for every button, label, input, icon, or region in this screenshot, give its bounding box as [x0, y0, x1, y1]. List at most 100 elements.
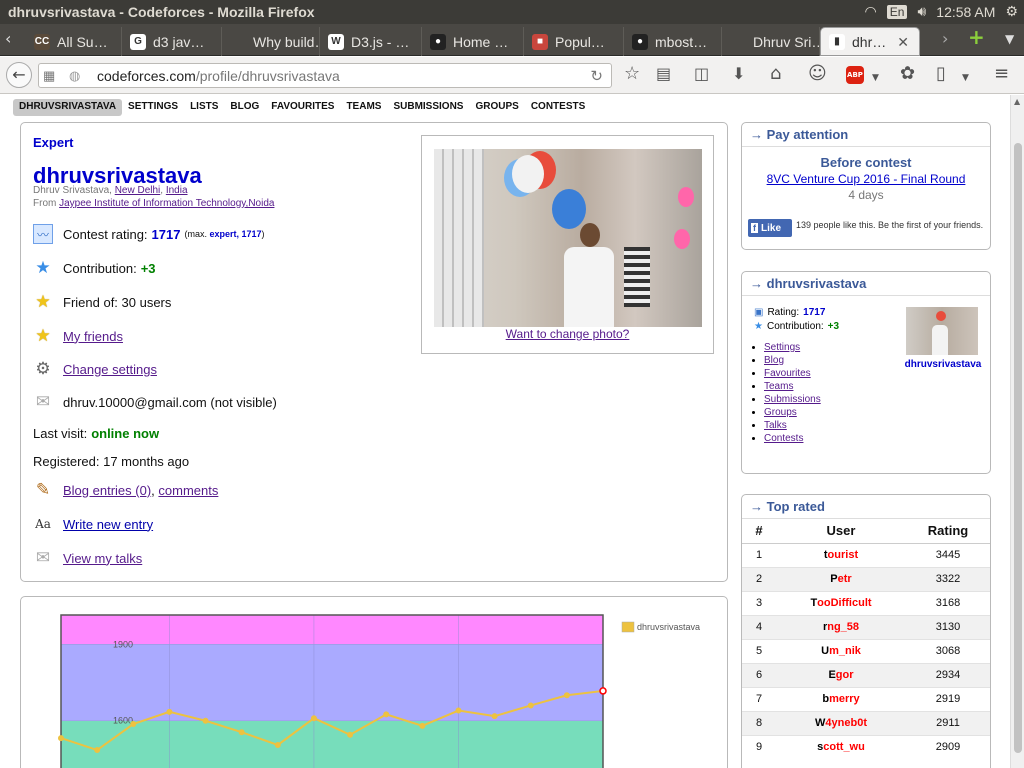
menu-item-dhruvsrivastava[interactable]: DHRUVSRIVASTAVA [13, 99, 123, 116]
write-entry-link[interactable]: Write new entry [63, 517, 153, 532]
organization-link[interactable]: Jaypee Institute of Information Technolo… [59, 198, 274, 209]
downloads-icon[interactable]: ⬇ [732, 65, 745, 83]
facebook-like-button[interactable]: f Like [748, 219, 792, 237]
menu-item-favourites[interactable]: FAVOURITES [265, 99, 340, 116]
rating-point[interactable] [238, 729, 245, 736]
site-identity-icon[interactable]: ▦ [43, 68, 55, 84]
user-cell[interactable]: scott_wu [776, 734, 906, 759]
pocket-icon[interactable]: ◫ [694, 65, 709, 83]
close-tab-icon[interactable]: ✕ [897, 34, 909, 51]
rating-point[interactable] [527, 702, 534, 709]
rating-point[interactable] [202, 717, 209, 724]
tab-9[interactable]: ▮ dhr… ✕ [820, 27, 920, 56]
column-header[interactable]: User [776, 519, 906, 544]
menu-item-lists[interactable]: LISTS [184, 99, 224, 116]
rating-point[interactable] [383, 711, 390, 718]
tab-1[interactable]: CC All Su… [26, 27, 122, 56]
reload-icon[interactable]: ↻ [590, 67, 603, 85]
sidebar-link-teams[interactable]: Teams [764, 381, 793, 392]
tab-list-icon[interactable]: ▼ [1005, 30, 1014, 48]
user-cell[interactable]: Um_nik [776, 638, 906, 663]
keyboard-layout-indicator[interactable]: En [886, 4, 908, 19]
country-link[interactable]: India [166, 185, 188, 196]
extension-icon[interactable]: ✿ [900, 65, 915, 83]
rating-point[interactable] [599, 687, 607, 695]
rating-point[interactable] [491, 713, 498, 720]
scroll-up-icon[interactable]: ▲ [1014, 97, 1020, 106]
profile-photo[interactable] [434, 149, 702, 327]
user-cell[interactable]: tourist [776, 542, 906, 567]
blog-entries-link[interactable]: Blog entries (0) [63, 483, 151, 498]
back-button[interactable]: ← [6, 62, 32, 88]
menu-item-contests[interactable]: CONTESTS [525, 99, 591, 116]
volume-icon[interactable]: 🔊︎ [917, 3, 926, 20]
home-icon[interactable]: ⌂ [770, 65, 781, 83]
rating-point[interactable] [94, 747, 101, 754]
tab-2[interactable]: Gd3 jav… [122, 27, 222, 56]
menu-item-groups[interactable]: GROUPS [469, 99, 524, 116]
new-tab-icon[interactable]: + [968, 27, 985, 47]
user-cell[interactable]: bmerry [776, 686, 906, 711]
user-cell[interactable]: W4yneb0t [776, 710, 906, 735]
comments-link[interactable]: comments [158, 483, 218, 498]
adblock-dropdown-icon[interactable]: ▼ [872, 69, 879, 87]
my-friends-link[interactable]: My friends [63, 329, 123, 344]
sidebar-link-groups[interactable]: Groups [764, 407, 797, 418]
clock[interactable]: 12:58 AM [936, 4, 995, 20]
user-cell[interactable]: Petr [776, 566, 906, 591]
rating-point[interactable] [274, 741, 281, 748]
rating-point[interactable] [58, 735, 64, 742]
tab-3[interactable]: Why build… [222, 27, 320, 56]
menu-item-blog[interactable]: BLOG [224, 99, 265, 116]
wifi-icon[interactable]: ◠ [865, 3, 877, 20]
tab-6[interactable]: ■ Popul… [524, 27, 624, 56]
settings-gear-icon[interactable]: ⚙ [1005, 3, 1018, 20]
menu-item-submissions[interactable]: SUBMISSIONS [387, 99, 469, 116]
rating-graph[interactable]: 190016001400dhruvsrivastava [21, 597, 729, 768]
sidebar-link-favourites[interactable]: Favourites [764, 368, 811, 379]
tab-8[interactable]: Dhruv Sri… [722, 27, 820, 56]
sidebar-avatar-name[interactable]: dhruvsrivastava [900, 359, 986, 370]
rating-point[interactable] [419, 722, 426, 729]
sidebar-link-contests[interactable]: Contests [764, 433, 803, 444]
sidebar-avatar[interactable] [906, 307, 978, 355]
view-talks-link[interactable]: View my talks [63, 551, 142, 566]
clipboard-icon[interactable]: ▯ [936, 65, 946, 83]
rating-point[interactable] [455, 707, 462, 714]
hamburger-menu-icon[interactable]: ≡ [994, 65, 1009, 83]
tab-scroll-left-icon[interactable]: ‹ [5, 30, 11, 48]
sidebar-link-blog[interactable]: Blog [764, 355, 784, 366]
sidebar-link-settings[interactable]: Settings [764, 342, 800, 353]
sidebar-link-submissions[interactable]: Submissions [764, 394, 821, 405]
user-cell[interactable]: Egor [776, 662, 906, 687]
upcoming-contest-link[interactable]: 8VC Venture Cup 2016 - Final Round [767, 172, 966, 186]
city-link[interactable]: New Delhi [115, 185, 161, 196]
last-visit-row: Last visit: online now [33, 426, 160, 441]
scrollbar-thumb[interactable] [1014, 143, 1022, 753]
rating-point[interactable] [166, 708, 173, 715]
user-cell[interactable]: rng_58 [776, 614, 906, 639]
tab-4[interactable]: W D3.js - … [320, 27, 422, 56]
rating-point[interactable] [347, 731, 354, 738]
rating-point[interactable] [310, 715, 317, 722]
menu-item-settings[interactable]: SETTINGS [122, 99, 184, 116]
rating-point[interactable] [563, 692, 570, 699]
tab-7[interactable]: ● mbost… [624, 27, 722, 56]
tab-5[interactable]: ● Home … [422, 27, 524, 56]
column-header[interactable]: # [742, 519, 776, 544]
adblock-icon[interactable]: ABP [846, 66, 864, 84]
rating-point[interactable] [130, 721, 137, 728]
emoji-icon[interactable]: ☺ [808, 65, 827, 83]
page-scrollbar[interactable]: ▲ [1010, 95, 1024, 768]
tab-scroll-right-icon[interactable]: › [942, 30, 948, 48]
bookmark-star-icon[interactable]: ☆ [624, 65, 640, 83]
bookmarks-menu-icon[interactable]: ▤ [656, 65, 671, 83]
column-header[interactable]: Rating [906, 519, 990, 544]
user-cell[interactable]: TooDifficult [776, 590, 906, 615]
sidebar-link-talks[interactable]: Talks [764, 420, 787, 431]
menu-item-teams[interactable]: TEAMS [340, 99, 387, 116]
url-bar[interactable]: ▦ ◍ codeforces.com/profile/dhruvsrivasta… [38, 63, 612, 88]
change-photo-link[interactable]: Want to change photo? [422, 327, 713, 341]
change-settings-link[interactable]: Change settings [63, 362, 157, 377]
clipboard-dropdown-icon[interactable]: ▼ [962, 69, 969, 87]
